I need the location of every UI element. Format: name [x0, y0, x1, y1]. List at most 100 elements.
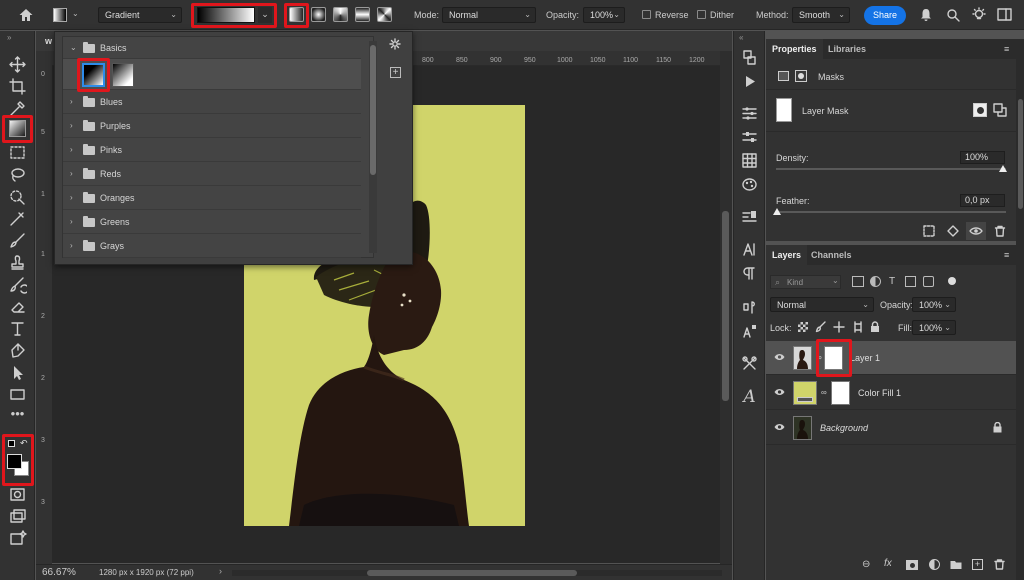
adjustments-icon[interactable]	[741, 105, 758, 122]
layer-row-layer-1[interactable]: ∞ Layer 1	[766, 341, 1016, 375]
preset-group-basics[interactable]: ⌄ Basics	[63, 37, 361, 59]
brush-tool-icon[interactable]	[8, 231, 27, 250]
filter-adjustment-icon[interactable]	[870, 276, 881, 287]
play-actions-icon[interactable]	[741, 73, 758, 90]
canvas-horizontal-scrollbar[interactable]	[232, 570, 722, 576]
lock-position-icon[interactable]	[833, 321, 845, 333]
chevron-right-icon[interactable]: ›	[70, 145, 73, 154]
fill-field[interactable]: 100% ⌄	[912, 320, 956, 335]
share-button[interactable]: Share	[864, 6, 906, 25]
blend-mode-dropdown[interactable]: Normal ⌄	[770, 297, 874, 312]
preset-folder-blues[interactable]: › Blues	[63, 91, 361, 114]
filter-smart-object-icon[interactable]	[923, 276, 934, 287]
density-slider-handle[interactable]	[999, 165, 1007, 172]
visibility-eye-icon[interactable]	[774, 388, 785, 396]
search-icon[interactable]	[946, 8, 960, 22]
zoom-level[interactable]: 66.67%	[42, 567, 76, 578]
swatches-panel-icon[interactable]	[741, 152, 758, 169]
density-field[interactable]: 100%	[960, 151, 1005, 164]
foreground-color-swatch[interactable]	[7, 454, 22, 469]
apply-mask-icon[interactable]	[993, 103, 1007, 117]
tab-channels[interactable]: Channels	[805, 245, 858, 265]
properties-panel-icon[interactable]	[741, 129, 758, 146]
character-styles-icon[interactable]	[741, 323, 758, 340]
screen-mode-icon[interactable]	[8, 507, 27, 526]
filter-pixel-icon[interactable]	[852, 276, 864, 287]
bell-icon[interactable]	[919, 8, 933, 22]
foreground-to-background-preset[interactable]	[82, 63, 105, 87]
history-brush-tool-icon[interactable]	[8, 275, 27, 294]
quick-select-tool-icon[interactable]	[8, 187, 27, 206]
type-tool-icon[interactable]	[8, 319, 27, 338]
delete-layer-trash-icon[interactable]	[994, 559, 1005, 570]
load-selection-icon[interactable]	[923, 225, 935, 237]
reflected-gradient-button[interactable]	[355, 7, 370, 22]
preset-folder-oranges[interactable]: › Oranges	[63, 187, 361, 210]
scroll-thumb[interactable]	[367, 570, 577, 576]
tab-libraries[interactable]: Libraries	[822, 39, 872, 59]
right-panel-scrollbar[interactable]	[1016, 39, 1024, 580]
apply-mask-diamond-icon[interactable]	[947, 225, 959, 237]
tab-properties[interactable]: Properties	[766, 39, 823, 59]
disable-mask-button[interactable]	[966, 222, 986, 240]
rectangle-tool-icon[interactable]	[8, 385, 27, 404]
pen-tool-icon[interactable]	[8, 341, 27, 360]
preset-list-scrollbar[interactable]	[369, 41, 377, 253]
linear-gradient-button[interactable]	[289, 7, 304, 22]
add-mask-icon[interactable]	[906, 560, 918, 570]
feather-slider-handle[interactable]	[773, 208, 781, 215]
preset-folder-purples[interactable]: › Purples	[63, 115, 361, 138]
feather-field[interactable]: 0,0 px	[960, 194, 1005, 207]
path-selection-tool-icon[interactable]	[8, 363, 27, 382]
quick-mask-icon[interactable]	[8, 485, 27, 504]
tool-preset-dropdown[interactable]: Gradient ⌄	[98, 7, 182, 23]
preset-folder-greens[interactable]: › Greens	[63, 211, 361, 234]
new-preset-icon[interactable]: +	[390, 67, 401, 78]
feather-slider[interactable]	[776, 211, 1006, 213]
healing-brush-tool-icon[interactable]	[8, 209, 27, 228]
tool-presets-icon[interactable]	[741, 355, 758, 372]
dither-checkbox[interactable]	[697, 10, 706, 19]
scroll-thumb[interactable]	[722, 211, 729, 401]
chevron-right-icon[interactable]: ›	[70, 217, 73, 226]
gear-icon[interactable]	[389, 38, 403, 50]
layer-style-fx-icon[interactable]: fx	[884, 558, 892, 569]
scroll-thumb[interactable]	[1018, 99, 1023, 209]
visibility-eye-icon[interactable]	[774, 423, 785, 431]
link-layers-icon[interactable]: ⊖	[862, 560, 873, 570]
preset-folder-grays[interactable]: › Grays	[63, 235, 361, 258]
mode-dropdown[interactable]: Normal ⌄	[442, 7, 536, 23]
lock-transparent-icon[interactable]	[798, 322, 808, 332]
lasso-tool-icon[interactable]	[8, 165, 27, 184]
layer-opacity-field[interactable]: 100% ⌄	[912, 297, 956, 312]
default-colors-icon[interactable]	[8, 440, 15, 447]
color-panel-icon[interactable]	[741, 176, 758, 193]
generative-fill-icon[interactable]	[8, 529, 27, 548]
canvas-vertical-scrollbar[interactable]	[720, 51, 732, 564]
paragraph-panel-icon[interactable]	[741, 265, 758, 282]
panel-menu-icon[interactable]: ≡	[1004, 250, 1009, 260]
history-panel-icon[interactable]	[741, 49, 758, 66]
libraries-panel-icon[interactable]	[741, 209, 758, 226]
move-tool-icon[interactable]	[8, 55, 27, 74]
eraser-tool-icon[interactable]	[8, 297, 27, 316]
document-tab[interactable]: w	[45, 36, 52, 46]
chevron-right-icon[interactable]: ›	[70, 121, 73, 130]
lock-pixels-icon[interactable]	[815, 321, 827, 333]
opacity-field[interactable]: 100% ⌄	[583, 7, 625, 23]
preset-folder-reds[interactable]: › Reds	[63, 163, 361, 186]
filter-type-icon[interactable]: T	[889, 276, 895, 287]
layer-row-background[interactable]: Background	[766, 411, 1016, 445]
tool-preset-chevron-icon[interactable]: ⌄	[72, 9, 79, 18]
workspace-icon[interactable]	[997, 8, 1012, 22]
visibility-eye-icon[interactable]	[774, 353, 785, 361]
scroll-thumb[interactable]	[370, 45, 376, 175]
more-tools-icon[interactable]: •••	[8, 407, 27, 428]
radial-gradient-button[interactable]	[311, 7, 326, 22]
new-layer-icon[interactable]: +	[972, 559, 983, 570]
home-icon[interactable]	[18, 7, 34, 23]
lock-all-icon[interactable]	[870, 321, 880, 333]
gradient-tool-icon[interactable]	[53, 8, 67, 22]
gradient-preview-swatch[interactable]	[197, 7, 255, 23]
reverse-checkbox[interactable]	[642, 10, 651, 19]
